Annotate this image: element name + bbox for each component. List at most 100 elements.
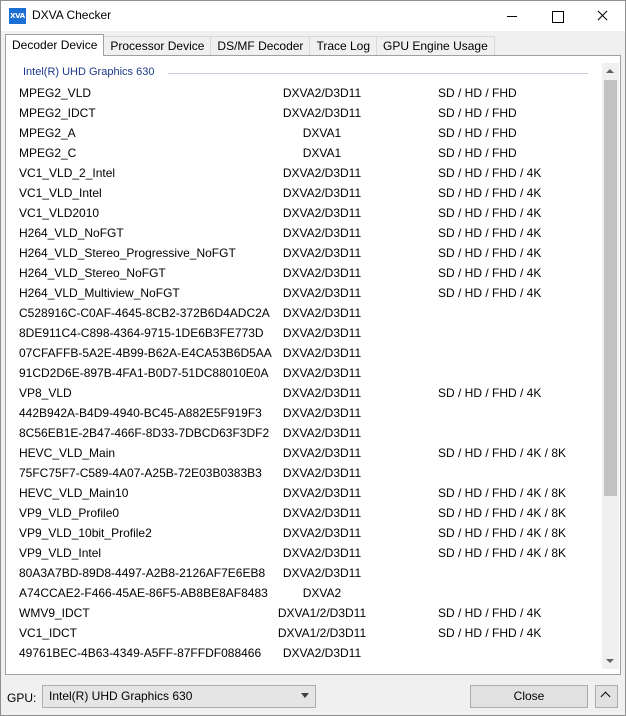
decoder-name: VP8_VLD bbox=[19, 386, 72, 400]
decoder-row[interactable]: MPEG2_IDCT DXVA2/D3D11 SD / HD / FHD bbox=[6, 103, 596, 123]
decoder-row[interactable]: H264_VLD_Stereo_Progressive_NoFGT DXVA2/D… bbox=[6, 243, 596, 263]
decoder-api: DXVA2/D3D11 bbox=[282, 206, 362, 220]
decoder-row[interactable]: VP9_VLD_Profile0 DXVA2/D3D11 SD / HD / FHD… bbox=[6, 503, 596, 523]
decoder-resolution: SD / HD / FHD / 4K / 8K bbox=[438, 526, 567, 540]
decoder-row[interactable]: H264_VLD_Multiview_NoFGT DXVA2/D3D11 SD / … bbox=[6, 283, 596, 303]
decoder-row[interactable]: VP9_VLD_Intel DXVA2/D3D11 SD / HD / FHD / … bbox=[6, 543, 596, 563]
decoder-row[interactable]: HEVC_VLD_Main DXVA2/D3D11 SD / HD / FHD / … bbox=[6, 443, 596, 463]
decoder-resolution: SD / HD / FHD / 4K / 8K bbox=[438, 546, 567, 560]
group-divider bbox=[168, 73, 588, 74]
decoder-api: DXVA2/D3D11 bbox=[282, 426, 362, 440]
footer-bar: GPU: Intel(R) UHD Graphics 630 Close bbox=[1, 681, 625, 715]
vertical-scrollbar[interactable] bbox=[602, 63, 619, 669]
chevron-down-icon bbox=[301, 693, 309, 698]
decoder-row[interactable]: VC1_VLD2010 DXVA2/D3D11 SD / HD / FHD / 4K bbox=[6, 203, 596, 223]
decoder-name: 80A3A7BD-89D8-4497-A2B8-2126AF7E6EB8 bbox=[19, 566, 266, 580]
decoder-row[interactable]: MPEG2_C DXVA1 SD / HD / FHD bbox=[6, 143, 596, 163]
decoder-resolution: SD / HD / FHD / 4K bbox=[438, 226, 542, 240]
decoder-row[interactable]: VP8_VLD DXVA2/D3D11 SD / HD / FHD / 4K bbox=[6, 383, 596, 403]
tab-gpu-engine-usage[interactable]: GPU Engine Usage bbox=[376, 36, 495, 56]
decoder-name: 8C56EB1E-2B47-466F-8D33-7DBCD63F3DF2 bbox=[19, 426, 270, 440]
decoder-row[interactable]: MPEG2_VLD DXVA2/D3D11 SD / HD / FHD bbox=[6, 83, 596, 103]
decoder-row[interactable]: VC1_VLD_Intel DXVA2/D3D11 SD / HD / FHD / … bbox=[6, 183, 596, 203]
decoder-name: VC1_VLD2010 bbox=[19, 206, 100, 220]
decoder-api: DXVA1 bbox=[302, 146, 342, 160]
close-button[interactable]: Close bbox=[470, 685, 588, 708]
decoder-row[interactable]: C528916C-C0AF-4645-8CB2-372B6D4ADC2A DXVA… bbox=[6, 303, 596, 323]
decoder-row[interactable]: VC1_VLD_2_Intel DXVA2/D3D11 SD / HD / FHD … bbox=[6, 163, 596, 183]
decoder-name: MPEG2_C bbox=[19, 146, 77, 160]
decoder-device-panel: Intel(R) UHD Graphics 630 MPEG2_VLD DXVA2… bbox=[5, 55, 621, 675]
decoder-api: DXVA2/D3D11 bbox=[282, 166, 362, 180]
decoder-name: 91CD2D6E-897B-4FA1-B0D7-51DC88010E0A bbox=[19, 366, 269, 380]
decoder-row[interactable]: 75FC75F7-C589-4A07-A25B-72E03B0383B3 DXVA… bbox=[6, 463, 596, 483]
tab-strip: Decoder Device Processor Device DS/MF Deco… bbox=[5, 34, 495, 56]
decoder-name: VC1_VLD_2_Intel bbox=[19, 166, 116, 180]
decoder-row[interactable]: H264_VLD_NoFGT DXVA2/D3D11 SD / HD / FHD /… bbox=[6, 223, 596, 243]
decoder-resolution: SD / HD / FHD bbox=[438, 86, 517, 100]
decoder-api: DXVA2/D3D11 bbox=[282, 546, 362, 560]
decoder-api: DXVA2/D3D11 bbox=[282, 306, 362, 320]
decoder-row[interactable]: 07CFAFFB-5A2E-4B99-B62A-E4CA53B6D5AA DXVA… bbox=[6, 343, 596, 363]
decoder-name: 49761BEC-4B63-4349-A5FF-87FFDF088466 bbox=[19, 646, 262, 660]
decoder-api: DXVA2/D3D11 bbox=[282, 526, 362, 540]
decoder-resolution: SD / HD / FHD / 4K bbox=[438, 606, 542, 620]
decoder-row[interactable]: 80A3A7BD-89D8-4497-A2B8-2126AF7E6EB8 DXVA… bbox=[6, 563, 596, 583]
maximize-button[interactable] bbox=[534, 1, 579, 31]
scroll-down-arrow-icon[interactable] bbox=[602, 652, 619, 669]
gpu-group-title: Intel(R) UHD Graphics 630 bbox=[23, 66, 159, 78]
decoder-row[interactable]: HEVC_VLD_Main10 DXVA2/D3D11 SD / HD / FHD … bbox=[6, 483, 596, 503]
decoder-resolution: SD / HD / FHD / 4K bbox=[438, 626, 542, 640]
decoder-api: DXVA1 bbox=[302, 126, 342, 140]
scroll-up-arrow-icon[interactable] bbox=[602, 63, 619, 80]
decoder-resolution: SD / HD / FHD bbox=[438, 126, 517, 140]
decoder-resolution: SD / HD / FHD / 4K / 8K bbox=[438, 486, 567, 500]
decoder-resolution: SD / HD / FHD / 4K bbox=[438, 246, 542, 260]
decoder-name: H264_VLD_Stereo_NoFGT bbox=[19, 266, 166, 280]
decoder-name: HEVC_VLD_Main10 bbox=[19, 486, 129, 500]
decoder-api: DXVA2/D3D11 bbox=[282, 466, 362, 480]
decoder-api: DXVA2/D3D11 bbox=[282, 486, 362, 500]
decoder-row[interactable]: MPEG2_A DXVA1 SD / HD / FHD bbox=[6, 123, 596, 143]
decoder-api: DXVA2/D3D11 bbox=[282, 246, 362, 260]
decoder-api: DXVA2/D3D11 bbox=[282, 346, 362, 360]
decoder-name: MPEG2_VLD bbox=[19, 86, 92, 100]
decoder-row[interactable]: 49761BEC-4B63-4349-A5FF-87FFDF088466 DXVA… bbox=[6, 643, 596, 663]
chevron-up-icon[interactable] bbox=[595, 685, 618, 708]
decoder-api: DXVA2/D3D11 bbox=[282, 106, 362, 120]
decoder-resolution: SD / HD / FHD / 4K bbox=[438, 266, 542, 280]
decoder-resolution: SD / HD / FHD / 4K bbox=[438, 206, 542, 220]
decoder-api: DXVA2/D3D11 bbox=[282, 326, 362, 340]
decoder-api: DXVA2/D3D11 bbox=[282, 286, 362, 300]
decoder-row[interactable]: 442B942A-B4D9-4940-BC45-A882E5F919F3 DXVA… bbox=[6, 403, 596, 423]
decoder-name: 8DE911C4-C898-4364-9715-1DE6B3FE773D bbox=[19, 326, 264, 340]
gpu-select[interactable]: Intel(R) UHD Graphics 630 bbox=[42, 685, 316, 708]
decoder-name: A74CCAE2-F466-45AE-86F5-AB8BE8AF8483 bbox=[19, 586, 268, 600]
close-window-button[interactable] bbox=[579, 1, 624, 31]
decoder-row[interactable]: VP9_VLD_10bit_Profile2 DXVA2/D3D11 SD / HD… bbox=[6, 523, 596, 543]
decoder-name: HEVC_VLD_Main bbox=[19, 446, 116, 460]
decoder-row[interactable]: VC1_IDCT DXVA1/2/D3D11 SD / HD / FHD / 4K bbox=[6, 623, 596, 643]
decoder-name: H264_VLD_Stereo_Progressive_NoFGT bbox=[19, 246, 236, 260]
tab-ds-mf-decoder[interactable]: DS/MF Decoder bbox=[210, 36, 311, 56]
tab-processor-device[interactable]: Processor Device bbox=[103, 36, 212, 56]
tab-decoder-device[interactable]: Decoder Device bbox=[5, 34, 105, 56]
title-bar[interactable]: XVA DXVA Checker bbox=[1, 1, 625, 31]
decoder-row[interactable]: H264_VLD_Stereo_NoFGT DXVA2/D3D11 SD / HD … bbox=[6, 263, 596, 283]
tab-trace-log[interactable]: Trace Log bbox=[309, 36, 378, 56]
decoder-api: DXVA2/D3D11 bbox=[282, 646, 362, 660]
decoder-name: C528916C-C0AF-4645-8CB2-372B6D4ADC2A bbox=[19, 306, 270, 320]
decoder-resolution: SD / HD / FHD bbox=[438, 146, 517, 160]
decoder-row[interactable]: 91CD2D6E-897B-4FA1-B0D7-51DC88010E0A DXVA… bbox=[6, 363, 596, 383]
decoder-name: 442B942A-B4D9-4940-BC45-A882E5F919F3 bbox=[19, 406, 262, 420]
decoder-row[interactable]: 8C56EB1E-2B47-466F-8D33-7DBCD63F3DF2 DXVA… bbox=[6, 423, 596, 443]
decoder-name: H264_VLD_NoFGT bbox=[19, 226, 124, 240]
decoder-row[interactable]: 8DE911C4-C898-4364-9715-1DE6B3FE773D DXVA… bbox=[6, 323, 596, 343]
decoder-api: DXVA2/D3D11 bbox=[282, 226, 362, 240]
minimize-button[interactable] bbox=[489, 1, 534, 31]
decoder-name: VP9_VLD_Intel bbox=[19, 546, 102, 560]
scrollbar-thumb[interactable] bbox=[604, 80, 617, 496]
decoder-row[interactable]: A74CCAE2-F466-45AE-86F5-AB8BE8AF8483 DXVA… bbox=[6, 583, 596, 603]
decoder-api: DXVA2/D3D11 bbox=[282, 446, 362, 460]
decoder-row[interactable]: WMV9_IDCT DXVA1/2/D3D11 SD / HD / FHD / 4K bbox=[6, 603, 596, 623]
